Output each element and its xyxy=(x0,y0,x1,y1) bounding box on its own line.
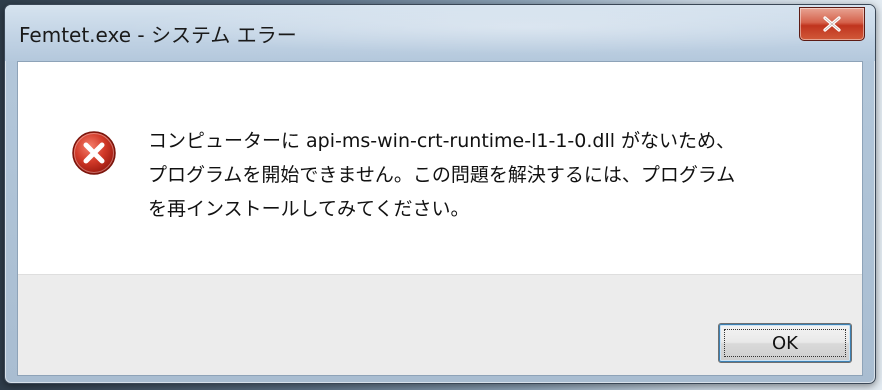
error-message: コンピューターに api-ms-win-crt-runtime-l1-1-0.d… xyxy=(148,124,848,226)
ok-button[interactable]: OK xyxy=(718,323,852,363)
close-button[interactable] xyxy=(799,7,865,41)
dialog-client-area: コンピューターに api-ms-win-crt-runtime-l1-1-0.d… xyxy=(17,61,863,376)
button-bar: OK xyxy=(18,274,862,375)
close-icon xyxy=(823,16,841,32)
message-line: プログラムを開始できません。この問題を解決するには、プログラム xyxy=(148,164,736,186)
ok-button-label: OK xyxy=(772,332,798,354)
message-line: を再インストールしてみてください。 xyxy=(148,198,470,220)
window-title: Femtet.exe - システム エラー xyxy=(19,23,297,47)
title-bar[interactable]: Femtet.exe - システム エラー xyxy=(5,5,875,61)
message-area: コンピューターに api-ms-win-crt-runtime-l1-1-0.d… xyxy=(18,62,862,274)
system-error-dialog: Femtet.exe - システム エラー コンピューターに api-ms-wi… xyxy=(4,4,876,384)
message-line: コンピューターに api-ms-win-crt-runtime-l1-1-0.d… xyxy=(148,130,736,152)
error-icon xyxy=(72,131,116,175)
